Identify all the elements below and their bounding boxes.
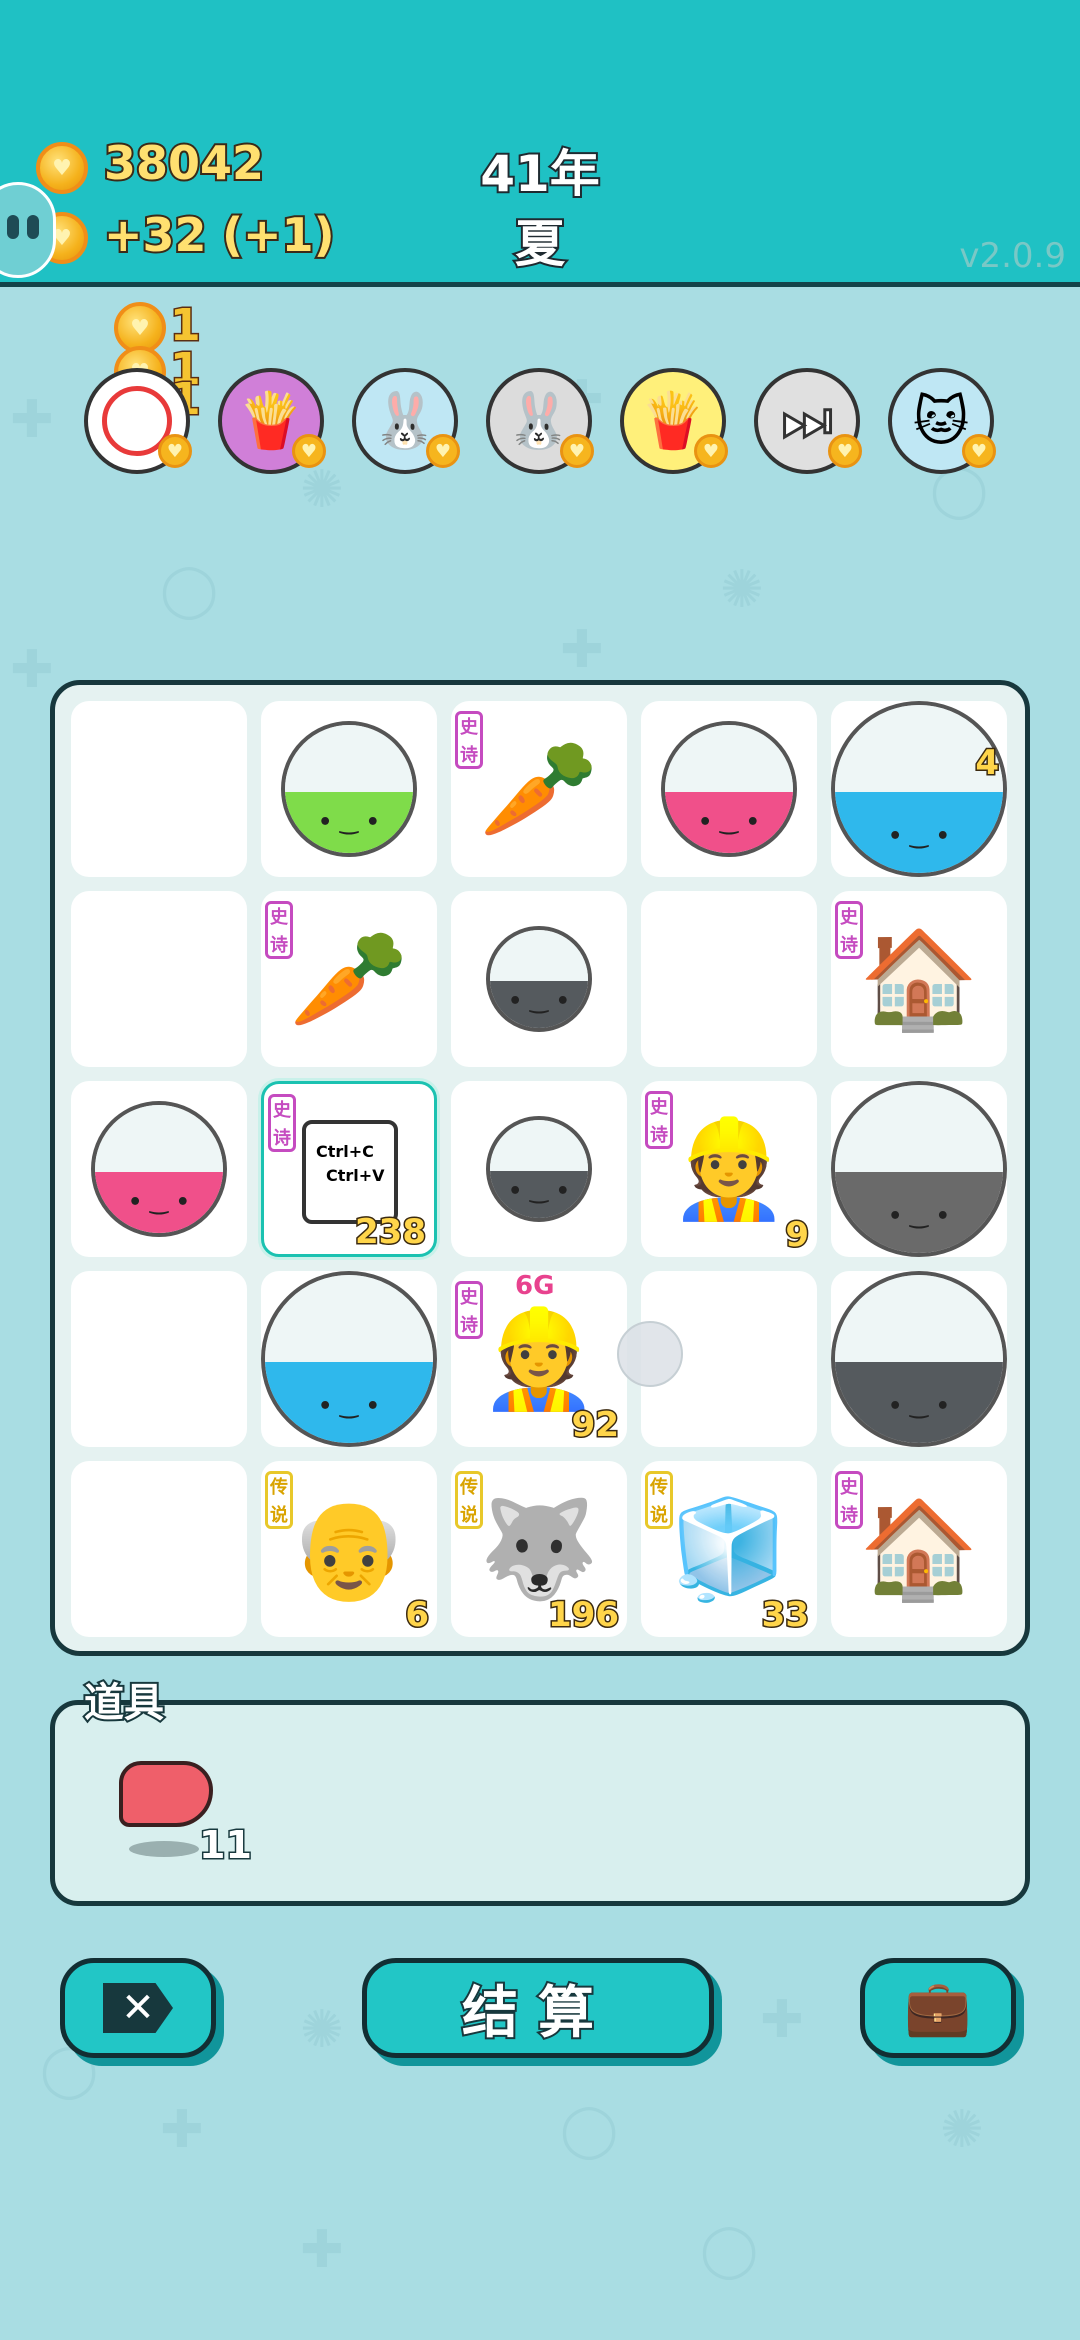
multiplier-ball-icon: • ‿ • bbox=[831, 701, 1007, 877]
season-label: 夏 bbox=[513, 213, 567, 275]
board-cell[interactable]: Ctrl+C Ctrl+V 史诗 238 bbox=[261, 1081, 437, 1257]
cereal-ball-icon: • ‿ • bbox=[661, 721, 797, 857]
liver-icon bbox=[119, 1761, 213, 1827]
side-drawer-tab[interactable] bbox=[0, 182, 56, 278]
rarity-tag: 史诗 bbox=[265, 901, 293, 959]
ball-badge: 4 bbox=[974, 742, 1001, 785]
reward-fries-yellow[interactable]: 🍟 ♥ bbox=[620, 368, 728, 474]
rarity-tag: 史诗 bbox=[268, 1094, 296, 1152]
board-cell[interactable] bbox=[617, 1271, 817, 1447]
cell-top-label: 6G bbox=[514, 1270, 555, 1302]
rarity-tag: 史诗 bbox=[835, 901, 863, 959]
rarity-tag: 传说 bbox=[455, 1471, 483, 1529]
big-gacha-ball-icon: • ‿ • bbox=[831, 1081, 1007, 1257]
copy-text: Ctrl+C bbox=[316, 1142, 374, 1161]
ghost-ball-icon bbox=[617, 1321, 683, 1387]
game-board: • ‿ • 🥕 史诗 • ‿ • • ‿ • 4 🥕 史诗 • ‿ • 🏠 史诗 • ‿ • Ctrl+… bbox=[50, 680, 1030, 1656]
cell-count: 196 bbox=[547, 1594, 621, 1637]
rarity-tag: 史诗 bbox=[455, 711, 483, 769]
board-cell[interactable]: • ‿ • bbox=[451, 891, 627, 1067]
paste-text: Ctrl+V bbox=[326, 1166, 385, 1185]
bag-button[interactable]: 💼 bbox=[860, 1958, 1016, 2058]
board-cell[interactable]: • ‿ • bbox=[71, 1081, 247, 1257]
gacha-ball-icon: • ‿ • bbox=[486, 926, 592, 1032]
rarity-tag: 传说 bbox=[265, 1471, 293, 1529]
rarity-tag: 史诗 bbox=[455, 1281, 483, 1339]
rarity-tag: 传说 bbox=[645, 1471, 673, 1529]
board-cell[interactable]: 🧊 传说 33 bbox=[641, 1461, 817, 1637]
gacha-ball-icon: • ‿ • bbox=[831, 1271, 1007, 1447]
cell-count: 6 bbox=[404, 1594, 431, 1637]
remove-icon: ✕ bbox=[103, 1983, 173, 2033]
board-cell[interactable] bbox=[71, 701, 247, 877]
gacha-ball-icon: • ‿ • bbox=[486, 1116, 592, 1222]
x-ball-icon: • ‿ • bbox=[281, 721, 417, 857]
board-cell[interactable]: • ‿ • bbox=[831, 1271, 1007, 1447]
board-cell[interactable]: • ‿ • 4 bbox=[831, 701, 1007, 877]
version-label: v2.0.9 bbox=[959, 236, 1066, 276]
reward-cat[interactable]: 🐱 ♥ bbox=[888, 368, 996, 474]
reward-fries-purple[interactable]: 🍟 ♥ bbox=[218, 368, 326, 474]
reward-skip[interactable]: ⏭ ♥ bbox=[754, 368, 862, 474]
heart-icon: ♥ bbox=[158, 434, 192, 468]
reward-rabbit-grey[interactable]: 🐰 ♥ bbox=[486, 368, 594, 474]
cereal-ball-icon: • ‿ • bbox=[91, 1101, 227, 1237]
cell-count: 238 bbox=[354, 1211, 428, 1254]
items-title: 道具 bbox=[82, 1678, 166, 1728]
settle-button[interactable]: 结算 bbox=[362, 1958, 714, 2058]
board-cell[interactable]: • ‿ • bbox=[641, 701, 817, 877]
board-cell[interactable] bbox=[71, 1461, 247, 1637]
board-cell[interactable]: 👷 史诗 9 bbox=[641, 1081, 817, 1257]
board-cell[interactable]: 🥕 史诗 bbox=[451, 701, 627, 877]
board-cell[interactable]: 👴 传说 6 bbox=[261, 1461, 437, 1637]
cell-count: 9 bbox=[784, 1214, 811, 1257]
board-cell[interactable]: 👷 史诗 6G 92 bbox=[451, 1270, 627, 1447]
multiplier-ball-icon: • ‿ • bbox=[261, 1271, 437, 1447]
briefcase-icon: 💼 bbox=[904, 1976, 972, 2039]
board-cell[interactable]: 🏠 史诗 bbox=[831, 1461, 1007, 1637]
liver-shadow bbox=[129, 1841, 199, 1857]
board-cell[interactable]: • ‿ • bbox=[261, 701, 437, 877]
remove-button[interactable]: ✕ bbox=[60, 1958, 216, 2058]
liver-count: 11 bbox=[198, 1822, 254, 1869]
rarity-tag: 史诗 bbox=[645, 1091, 673, 1149]
rarity-tag: 史诗 bbox=[835, 1471, 863, 1529]
board-cell[interactable] bbox=[641, 891, 817, 1067]
board-cell[interactable] bbox=[71, 891, 247, 1067]
year-label: 41年 bbox=[478, 143, 602, 205]
reward-slot-empty[interactable]: ♥ bbox=[84, 368, 192, 474]
board-cell[interactable]: 🥕 史诗 bbox=[261, 891, 437, 1067]
board-cell[interactable] bbox=[71, 1271, 247, 1447]
settle-label: 结算 bbox=[460, 1979, 614, 2048]
copy-paste-icon: Ctrl+C Ctrl+V bbox=[302, 1120, 398, 1224]
board-cell[interactable]: 🐺 传说 196 bbox=[451, 1461, 627, 1637]
cat-icon: 🐱 bbox=[912, 389, 970, 453]
reward-rabbit-blue[interactable]: 🐰 ♥ bbox=[352, 368, 460, 474]
cell-count: 33 bbox=[760, 1594, 810, 1637]
board-cell[interactable]: • ‿ • bbox=[831, 1081, 1007, 1257]
board-cell[interactable]: • ‿ • bbox=[261, 1271, 437, 1447]
top-bar: 38042 +32 (+1) 41年 夏 v2.0.9 bbox=[0, 0, 1080, 287]
skip-icon: ⏭ bbox=[780, 387, 833, 455]
board-cell[interactable]: • ‿ • bbox=[451, 1081, 627, 1257]
cell-count: 92 bbox=[570, 1404, 620, 1447]
board-cell[interactable]: 🏠 史诗 bbox=[831, 891, 1007, 1067]
items-panel: 11 bbox=[50, 1700, 1030, 1906]
